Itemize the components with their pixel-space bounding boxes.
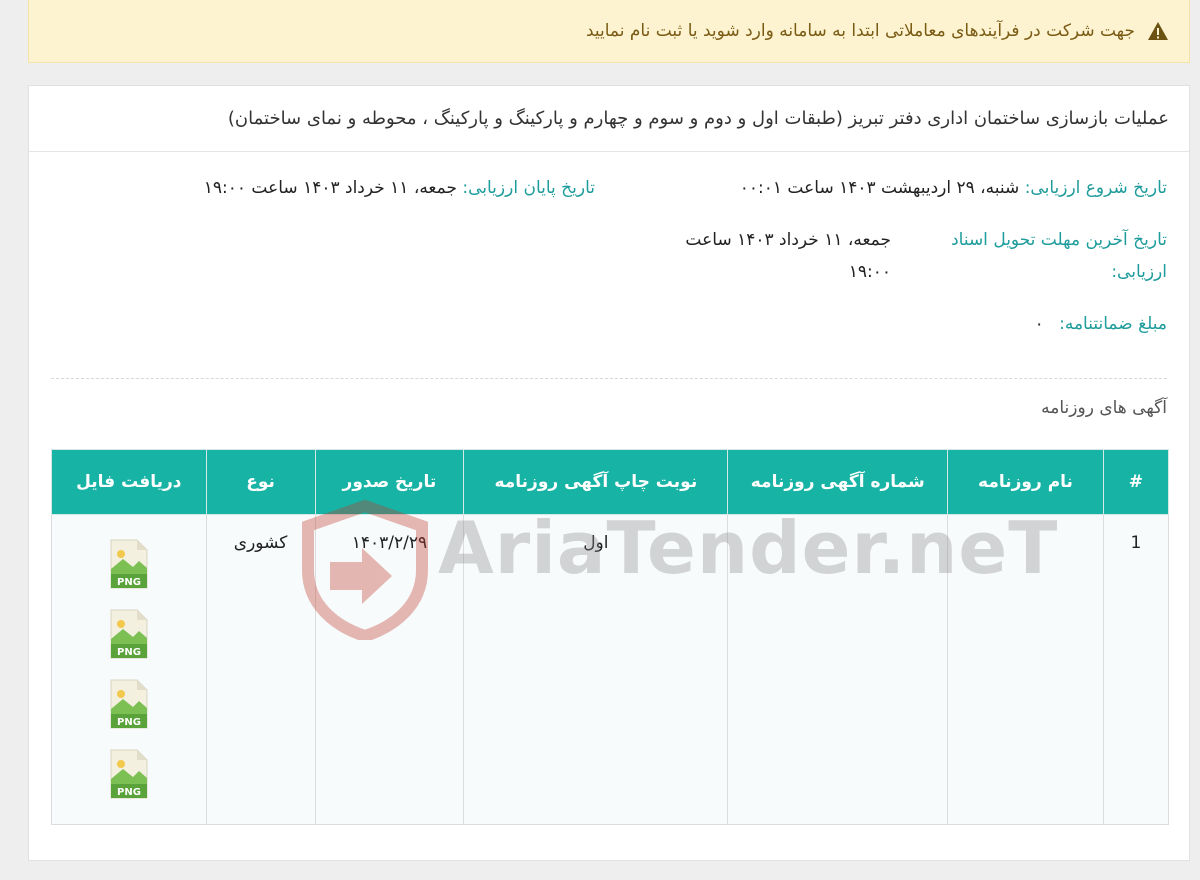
cell-files: PNG PNG PNG PNG (51, 514, 207, 825)
end-date-label: تاریخ پایان ارزیابی: (462, 178, 595, 198)
deadline-label: تاریخ آخرین مهلت تحویل اسناد ارزیابی: (951, 230, 1167, 282)
deadline-value: جمعه، ۱۱ خرداد ۱۴۰۳ ساعت ۱۹:۰۰ (685, 230, 891, 282)
col-header-issue-date: تاریخ صدور (314, 449, 465, 515)
cell-index: 1 (1102, 514, 1170, 825)
login-alert: جهت شرکت در فرآیندهای معاملاتی ابتدا به … (28, 0, 1190, 63)
cell-ad-number (727, 514, 949, 825)
tender-title: عملیات بازسازی ساختمان اداری دفتر تبریز … (29, 86, 1189, 152)
cell-paper-name (947, 514, 1104, 825)
col-header-print-round: نوبت چاپ آگهی روزنامه (463, 449, 729, 515)
file-list: PNG PNG PNG PNG (62, 533, 196, 799)
png-file-icon[interactable]: PNG (109, 749, 149, 799)
svg-text:PNG: PNG (117, 787, 141, 798)
guarantee-row: مبلغ ضمانتنامه: ۰ (1035, 308, 1167, 340)
cell-type: کشوری (205, 514, 316, 825)
start-date-label: تاریخ شروع ارزیابی: (1024, 178, 1167, 198)
svg-text:PNG: PNG (117, 577, 141, 588)
cell-print-round: اول (463, 514, 729, 825)
png-file-icon[interactable]: PNG (109, 539, 149, 589)
start-date-row: تاریخ شروع ارزیابی: شنبه، ۲۹ اردیبهشت ۱۴… (740, 172, 1167, 204)
divider (51, 378, 1167, 379)
newspaper-section-title: آگهی های روزنامه (1041, 398, 1167, 418)
col-header-paper-name: نام روزنامه (947, 449, 1104, 515)
newspaper-table: # نام روزنامه شماره آگهی روزنامه نوبت چا… (51, 449, 1170, 825)
warning-icon (1148, 22, 1168, 40)
svg-text:PNG: PNG (117, 717, 141, 728)
tender-card: عملیات بازسازی ساختمان اداری دفتر تبریز … (28, 85, 1190, 861)
col-header-file-download: دریافت فایل (51, 449, 207, 515)
deadline-label-wrap: تاریخ آخرین مهلت تحویل اسناد ارزیابی: (897, 224, 1167, 288)
start-date-value: شنبه، ۲۹ اردیبهشت ۱۴۰۳ ساعت ۰۰:۰۱ (739, 178, 1020, 198)
guarantee-value: ۰ (1034, 314, 1044, 334)
col-header-ad-number: شماره آگهی روزنامه (727, 449, 949, 515)
guarantee-label: مبلغ ضمانتنامه: (1059, 314, 1167, 334)
end-date-row: تاریخ پایان ارزیابی: جمعه، ۱۱ خرداد ۱۴۰۳… (204, 172, 595, 204)
cell-issue-date: ۱۴۰۳/۲/۲۹ (314, 514, 465, 825)
table-header-row: # نام روزنامه شماره آگهی روزنامه نوبت چا… (51, 449, 1170, 515)
alert-text: جهت شرکت در فرآیندهای معاملاتی ابتدا به … (585, 21, 1135, 41)
table-row: 1 اول ۱۴۰۳/۲/۲۹ کشوری PNG PNG PNG PNG (51, 514, 1170, 825)
deadline-value-wrap: جمعه، ۱۱ خرداد ۱۴۰۳ ساعت ۱۹:۰۰ (661, 224, 891, 288)
png-file-icon[interactable]: PNG (109, 609, 149, 659)
end-date-value: جمعه، ۱۱ خرداد ۱۴۰۳ ساعت ۱۹:۰۰ (203, 178, 457, 198)
png-file-icon[interactable]: PNG (109, 679, 149, 729)
svg-text:PNG: PNG (117, 647, 141, 658)
col-header-index: # (1102, 449, 1170, 515)
col-header-type: نوع (205, 449, 316, 515)
